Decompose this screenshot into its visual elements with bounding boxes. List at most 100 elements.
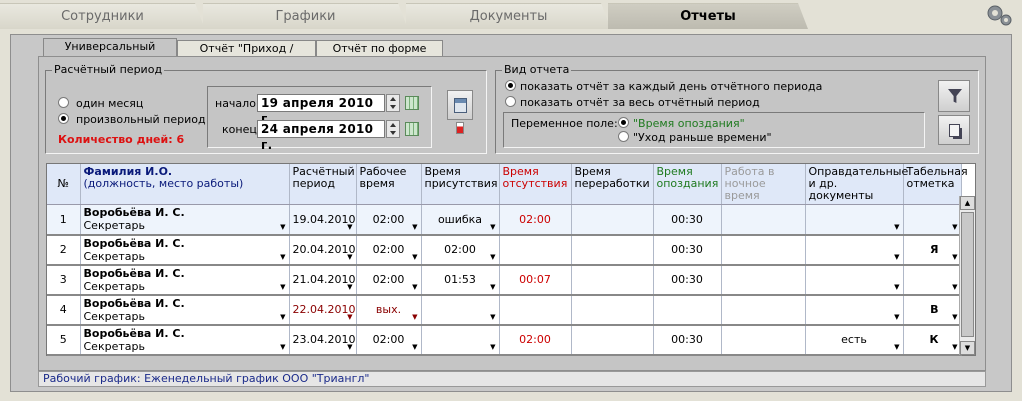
col-name[interactable]: Фамилия И.О. (должность, место работы) bbox=[80, 164, 290, 205]
table-row[interactable]: 5 Воробьёва И. С. Секретарь ▼ 23.04.2010 ▼ 02:… bbox=[47, 324, 962, 356]
table-row[interactable]: 3 Воробьёва И. С. Секретарь ▼ 21.04.2010 ▼ 02:… bbox=[47, 264, 962, 296]
table-row[interactable]: 4 Воробьёва И. С. Секретарь ▼ 22.04.2010 ▼ вых… bbox=[47, 294, 962, 326]
dropdown-arrow-icon[interactable]: ▼ bbox=[894, 283, 899, 291]
cell-work-time[interactable]: 02:00 ▼ bbox=[356, 264, 422, 296]
cell-timesheet-mark[interactable]: ▼ bbox=[903, 264, 962, 296]
subtab-universal-report[interactable]: Универсальный отчёт bbox=[43, 38, 177, 68]
dropdown-arrow-icon[interactable]: ▼ bbox=[412, 223, 417, 231]
dropdown-arrow-icon[interactable]: ▼ bbox=[894, 343, 899, 351]
start-date-input[interactable]: 19 апреля 2010 г. bbox=[257, 94, 385, 126]
cell-date[interactable]: 22.04.2010 ▼ bbox=[289, 294, 357, 326]
col-lateness[interactable]: Время опоздания bbox=[653, 164, 722, 205]
col-period[interactable]: Расчётный период bbox=[289, 164, 357, 205]
cell-timesheet-mark[interactable]: ▼ bbox=[903, 204, 962, 236]
tab-documents[interactable]: Документы bbox=[406, 3, 611, 29]
end-date-input[interactable]: 24 апреля 2010 г. bbox=[257, 120, 385, 152]
cell-presence[interactable]: ▼ bbox=[421, 294, 500, 326]
col-overtime[interactable]: Время переработки bbox=[571, 164, 654, 205]
scroll-down-icon[interactable]: ▼ bbox=[960, 341, 975, 355]
radio-one-month[interactable] bbox=[58, 97, 69, 108]
radio-custom-period[interactable] bbox=[58, 113, 69, 124]
cell-employee[interactable]: Воробьёва И. С. Секретарь ▼ bbox=[80, 264, 290, 296]
tab-employees[interactable]: Сотрудники bbox=[0, 3, 205, 29]
dropdown-arrow-icon[interactable]: ▼ bbox=[952, 313, 957, 321]
cell-date[interactable]: 20.04.2010 ▼ bbox=[289, 234, 357, 266]
dropdown-arrow-icon[interactable]: ▼ bbox=[280, 343, 285, 351]
cell-presence[interactable]: 02:00 ▼ bbox=[421, 234, 500, 266]
export-button[interactable] bbox=[938, 115, 970, 145]
dropdown-arrow-icon[interactable]: ▼ bbox=[280, 223, 285, 231]
dropdown-arrow-icon[interactable]: ▼ bbox=[490, 223, 495, 231]
gear-icon[interactable] bbox=[984, 2, 1014, 28]
cell-work-time[interactable]: 02:00 ▼ bbox=[356, 234, 422, 266]
start-date-spinner[interactable] bbox=[386, 94, 400, 112]
col-work-time[interactable]: Рабочее время bbox=[356, 164, 422, 205]
dropdown-arrow-icon[interactable]: ▼ bbox=[347, 223, 352, 231]
col-number[interactable]: № bbox=[47, 164, 81, 205]
col-night-work[interactable]: Работа в ночное время bbox=[721, 164, 806, 205]
dropdown-arrow-icon[interactable]: ▼ bbox=[952, 283, 957, 291]
scroll-up-icon[interactable]: ▲ bbox=[960, 196, 975, 210]
dropdown-arrow-icon[interactable]: ▼ bbox=[490, 313, 495, 321]
cell-timesheet-mark[interactable]: В ▼ bbox=[903, 294, 962, 326]
dropdown-arrow-icon[interactable]: ▼ bbox=[894, 223, 899, 231]
dropdown-arrow-icon[interactable]: ▼ bbox=[280, 253, 285, 261]
cell-documents[interactable]: ▼ bbox=[805, 264, 904, 296]
col-presence[interactable]: Время присутствия bbox=[421, 164, 500, 205]
cell-work-time[interactable]: 02:00 ▼ bbox=[356, 324, 422, 356]
end-date-spinner[interactable] bbox=[386, 120, 400, 138]
table-row[interactable]: 2 Воробьёва И. С. Секретарь ▼ 20.04.2010 ▼ 02:… bbox=[47, 234, 962, 266]
radio-early-leave[interactable] bbox=[618, 131, 629, 142]
cell-date[interactable]: 21.04.2010 ▼ bbox=[289, 264, 357, 296]
dropdown-arrow-icon[interactable]: ▼ bbox=[347, 253, 352, 261]
table-row[interactable]: 1 Воробьёва И. С. Секретарь ▼ 19.04.2010 ▼ 02:… bbox=[47, 204, 962, 236]
dropdown-arrow-icon[interactable]: ▼ bbox=[490, 343, 495, 351]
calendar-icon[interactable] bbox=[405, 122, 419, 136]
radio-late-time[interactable] bbox=[618, 117, 629, 128]
dropdown-arrow-icon[interactable]: ▼ bbox=[952, 223, 957, 231]
col-absence[interactable]: Время отсутствия bbox=[499, 164, 572, 205]
cell-timesheet-mark[interactable]: К ▼ bbox=[903, 324, 962, 356]
dropdown-arrow-icon[interactable]: ▼ bbox=[280, 283, 285, 291]
cell-documents[interactable]: есть ▼ bbox=[805, 324, 904, 356]
cell-documents[interactable]: ▼ bbox=[805, 234, 904, 266]
dropdown-arrow-icon[interactable]: ▼ bbox=[412, 283, 417, 291]
cell-timesheet-mark[interactable]: Я ▼ bbox=[903, 234, 962, 266]
calendar-icon[interactable] bbox=[405, 96, 419, 110]
cell-presence[interactable]: ▼ bbox=[421, 324, 500, 356]
dropdown-arrow-icon[interactable]: ▼ bbox=[412, 343, 417, 351]
dropdown-arrow-icon[interactable]: ▼ bbox=[490, 253, 495, 261]
dropdown-arrow-icon[interactable]: ▼ bbox=[894, 313, 899, 321]
cell-employee[interactable]: Воробьёва И. С. Секретарь ▼ bbox=[80, 234, 290, 266]
dropdown-arrow-icon[interactable]: ▼ bbox=[952, 253, 957, 261]
filter-button[interactable] bbox=[938, 80, 970, 112]
dropdown-arrow-icon[interactable]: ▼ bbox=[952, 343, 957, 351]
dropdown-arrow-icon[interactable]: ▼ bbox=[894, 253, 899, 261]
cell-employee[interactable]: Воробьёва И. С. Секретарь ▼ bbox=[80, 204, 290, 236]
dropdown-arrow-icon[interactable]: ▼ bbox=[412, 253, 417, 261]
calculator-button[interactable] bbox=[447, 90, 473, 120]
scroll-thumb[interactable] bbox=[961, 212, 974, 337]
subtab-t13-report[interactable]: Отчёт по форме Т-13 bbox=[316, 40, 443, 70]
cell-date[interactable]: 23.04.2010 ▼ bbox=[289, 324, 357, 356]
tab-reports[interactable]: Отчеты bbox=[608, 3, 808, 29]
cell-employee[interactable]: Воробьёва И. С. Секретарь ▼ bbox=[80, 294, 290, 326]
dropdown-arrow-icon[interactable]: ▼ bbox=[347, 313, 352, 321]
vertical-scrollbar[interactable]: ▲ ▼ bbox=[959, 196, 975, 355]
radio-whole-period[interactable] bbox=[505, 96, 516, 107]
cell-documents[interactable]: ▼ bbox=[805, 204, 904, 236]
dropdown-arrow-icon[interactable]: ▼ bbox=[347, 283, 352, 291]
dropdown-arrow-icon[interactable]: ▼ bbox=[490, 283, 495, 291]
tab-schedules[interactable]: Графики bbox=[203, 3, 408, 29]
cell-documents[interactable]: ▼ bbox=[805, 294, 904, 326]
subtab-in-out-report[interactable]: Отчёт "Приход / Уход" bbox=[177, 40, 316, 70]
cell-presence[interactable]: ошибка ▼ bbox=[421, 204, 500, 236]
cell-date[interactable]: 19.04.2010 ▼ bbox=[289, 204, 357, 236]
dropdown-arrow-icon[interactable]: ▼ bbox=[412, 313, 417, 321]
clear-button[interactable] bbox=[447, 121, 473, 139]
col-documents[interactable]: Оправдательные и др. документы bbox=[805, 164, 908, 205]
dropdown-arrow-icon[interactable]: ▼ bbox=[280, 313, 285, 321]
dropdown-arrow-icon[interactable]: ▼ bbox=[347, 343, 352, 351]
cell-presence[interactable]: 01:53 ▼ bbox=[421, 264, 500, 296]
cell-employee[interactable]: Воробьёва И. С. Секретарь ▼ bbox=[80, 324, 290, 356]
